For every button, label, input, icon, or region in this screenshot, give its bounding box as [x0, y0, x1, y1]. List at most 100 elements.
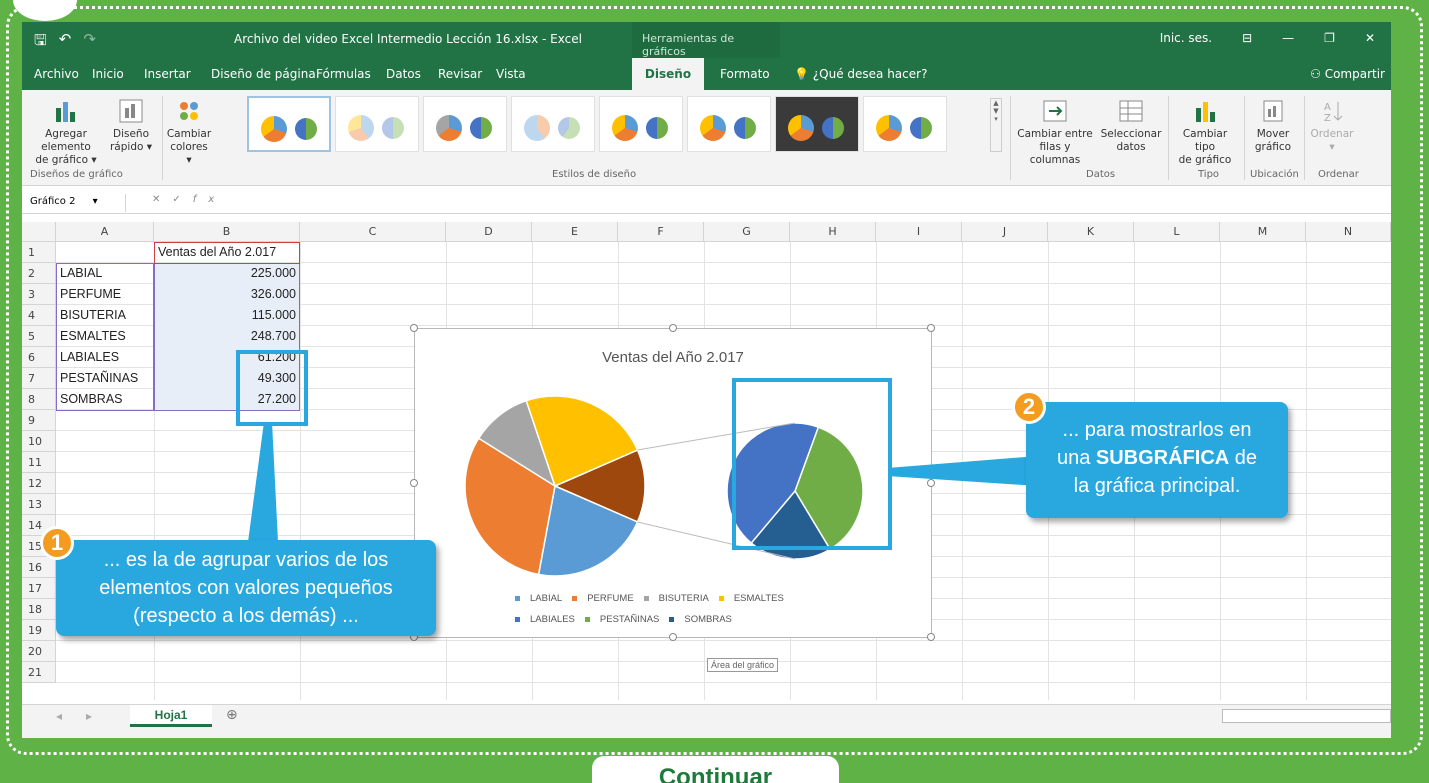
tab-archivo[interactable]: Archivo — [30, 58, 83, 90]
share-button[interactable]: ⚇ Compartir — [1310, 58, 1385, 90]
select-data-button[interactable]: Seleccionar datos — [1100, 98, 1162, 154]
chart-style-thumb[interactable] — [335, 96, 419, 152]
chart-style-thumb[interactable] — [863, 96, 947, 152]
redo-icon[interactable]: ↷ — [83, 30, 96, 55]
change-colors-button[interactable]: Cambiar colores ▾ — [166, 98, 212, 167]
row-header[interactable]: 12 — [22, 473, 56, 494]
row-header[interactable]: 16 — [22, 557, 56, 578]
legend-item[interactable]: PESTAÑINAS — [584, 614, 659, 625]
col-header[interactable]: E — [532, 222, 618, 242]
col-header[interactable]: A — [56, 222, 154, 242]
col-header[interactable]: B — [154, 222, 300, 242]
cell-value[interactable]: 326.000 — [154, 284, 300, 305]
col-header[interactable]: I — [876, 222, 962, 242]
row-header[interactable]: 21 — [22, 662, 56, 683]
continue-button[interactable]: Continuar — [592, 756, 839, 783]
row-header[interactable]: 8 — [22, 389, 56, 410]
row-header[interactable]: 1 — [22, 242, 56, 263]
cell-value[interactable]: 248.700 — [154, 326, 300, 347]
legend-item[interactable]: LABIAL — [515, 593, 562, 604]
tab-datos[interactable]: Datos — [382, 58, 425, 90]
col-header[interactable]: N — [1306, 222, 1391, 242]
row-header[interactable]: 18 — [22, 599, 56, 620]
col-header[interactable]: D — [446, 222, 532, 242]
cell-value[interactable]: 115.000 — [154, 305, 300, 326]
tab-scroll-left-icon[interactable]: ◂ — [56, 709, 62, 723]
function-icon[interactable]: fx — [193, 194, 226, 205]
tab-vista[interactable]: Vista — [492, 58, 530, 90]
order-button[interactable]: AZ Ordenar ▾ — [1308, 98, 1356, 154]
chart-style-thumb[interactable] — [599, 96, 683, 152]
resize-handle[interactable] — [927, 324, 935, 332]
ribbon-display-icon[interactable]: ⊟ — [1242, 31, 1252, 45]
tab-formulas[interactable]: Fórmulas — [312, 58, 375, 90]
signin-link[interactable]: Inic. ses. — [1160, 31, 1212, 45]
resize-handle[interactable] — [410, 324, 418, 332]
row-header[interactable]: 17 — [22, 578, 56, 599]
move-chart-button[interactable]: Mover gráfico — [1248, 98, 1298, 154]
cell-b1[interactable]: Ventas del Año 2.017 — [156, 242, 300, 263]
row-header[interactable]: 13 — [22, 494, 56, 515]
chart-style-thumb[interactable] — [247, 96, 331, 152]
row-header[interactable]: 3 — [22, 284, 56, 305]
horizontal-scrollbar[interactable] — [1222, 709, 1391, 723]
row-header[interactable]: 9 — [22, 410, 56, 431]
col-header[interactable]: K — [1048, 222, 1134, 242]
col-header[interactable]: H — [790, 222, 876, 242]
select-all-corner[interactable] — [22, 222, 56, 242]
col-header[interactable]: L — [1134, 222, 1220, 242]
chart-style-thumb[interactable] — [511, 96, 595, 152]
col-header[interactable]: C — [300, 222, 446, 242]
row-header[interactable]: 6 — [22, 347, 56, 368]
resize-handle[interactable] — [927, 633, 935, 641]
switch-row-column-button[interactable]: Cambiar entre filas y columnas — [1014, 98, 1096, 167]
chart-title[interactable]: Ventas del Año 2.017 — [415, 349, 931, 366]
legend-item[interactable]: PERFUME — [572, 593, 634, 604]
add-chart-element-button[interactable]: Agregar elemento de gráfico ▾ — [24, 98, 108, 167]
tab-diseno-pagina[interactable]: Diseño de página — [207, 58, 320, 90]
row-header[interactable]: 10 — [22, 431, 56, 452]
row-header[interactable]: 19 — [22, 620, 56, 641]
col-header[interactable]: J — [962, 222, 1048, 242]
chart-style-thumb[interactable] — [423, 96, 507, 152]
name-box[interactable]: Gráfico 2 ▾ — [26, 194, 126, 212]
cell-label[interactable]: SOMBRAS — [60, 389, 123, 410]
row-header[interactable]: 4 — [22, 305, 56, 326]
legend-item[interactable]: ESMALTES — [718, 593, 784, 604]
tab-scroll-right-icon[interactable]: ▸ — [86, 709, 92, 723]
cell-label[interactable]: ESMALTES — [60, 326, 126, 347]
col-header[interactable]: M — [1220, 222, 1306, 242]
enter-icon[interactable]: ✓ — [172, 194, 192, 205]
minimize-icon[interactable]: — — [1282, 31, 1294, 45]
row-header[interactable]: 11 — [22, 452, 56, 473]
chart-style-thumb[interactable] — [775, 96, 859, 152]
cell-label[interactable]: LABIALES — [60, 347, 119, 368]
legend-item[interactable]: SOMBRAS — [669, 614, 732, 625]
col-header[interactable]: G — [704, 222, 790, 242]
gallery-scroll[interactable]: ▲ ▼ ▾ — [990, 98, 1002, 152]
row-header[interactable]: 5 — [22, 326, 56, 347]
restore-icon[interactable]: ❐ — [1324, 31, 1335, 45]
resize-handle[interactable] — [669, 324, 677, 332]
legend[interactable]: LABIAL PERFUME BISUTERIA ESMALTES LABIALES P… — [515, 593, 794, 625]
cell-value[interactable]: 225.000 — [154, 263, 300, 284]
cell-label[interactable]: PERFUME — [60, 284, 121, 305]
cell-label[interactable]: PESTAÑINAS — [60, 368, 138, 389]
cell-label[interactable]: LABIAL — [60, 263, 102, 284]
legend-item[interactable]: LABIALES — [515, 614, 575, 625]
change-chart-type-button[interactable]: Cambiar tipo de gráfico — [1172, 98, 1238, 167]
row-header[interactable]: 7 — [22, 368, 56, 389]
col-header[interactable]: F — [618, 222, 704, 242]
row-header[interactable]: 2 — [22, 263, 56, 284]
tell-me-search[interactable]: 💡 ¿Qué desea hacer? — [790, 58, 931, 90]
tab-formato[interactable]: Formato — [716, 58, 774, 90]
tab-revisar[interactable]: Revisar — [434, 58, 486, 90]
tab-insertar[interactable]: Insertar — [140, 58, 195, 90]
legend-item[interactable]: BISUTERIA — [643, 593, 709, 604]
cancel-icon[interactable]: ✕ — [152, 194, 172, 205]
quick-layout-button[interactable]: Diseño rápido ▾ — [108, 98, 154, 154]
worksheet-grid[interactable]: A B C D E F G H I J K L M N 1 2 3 4 5 6 7 8 9 10 1… — [22, 222, 1391, 700]
tab-diseno[interactable]: Diseño — [632, 58, 704, 90]
close-icon[interactable]: ✕ — [1365, 31, 1375, 45]
add-sheet-icon[interactable]: ⊕ — [226, 707, 238, 723]
